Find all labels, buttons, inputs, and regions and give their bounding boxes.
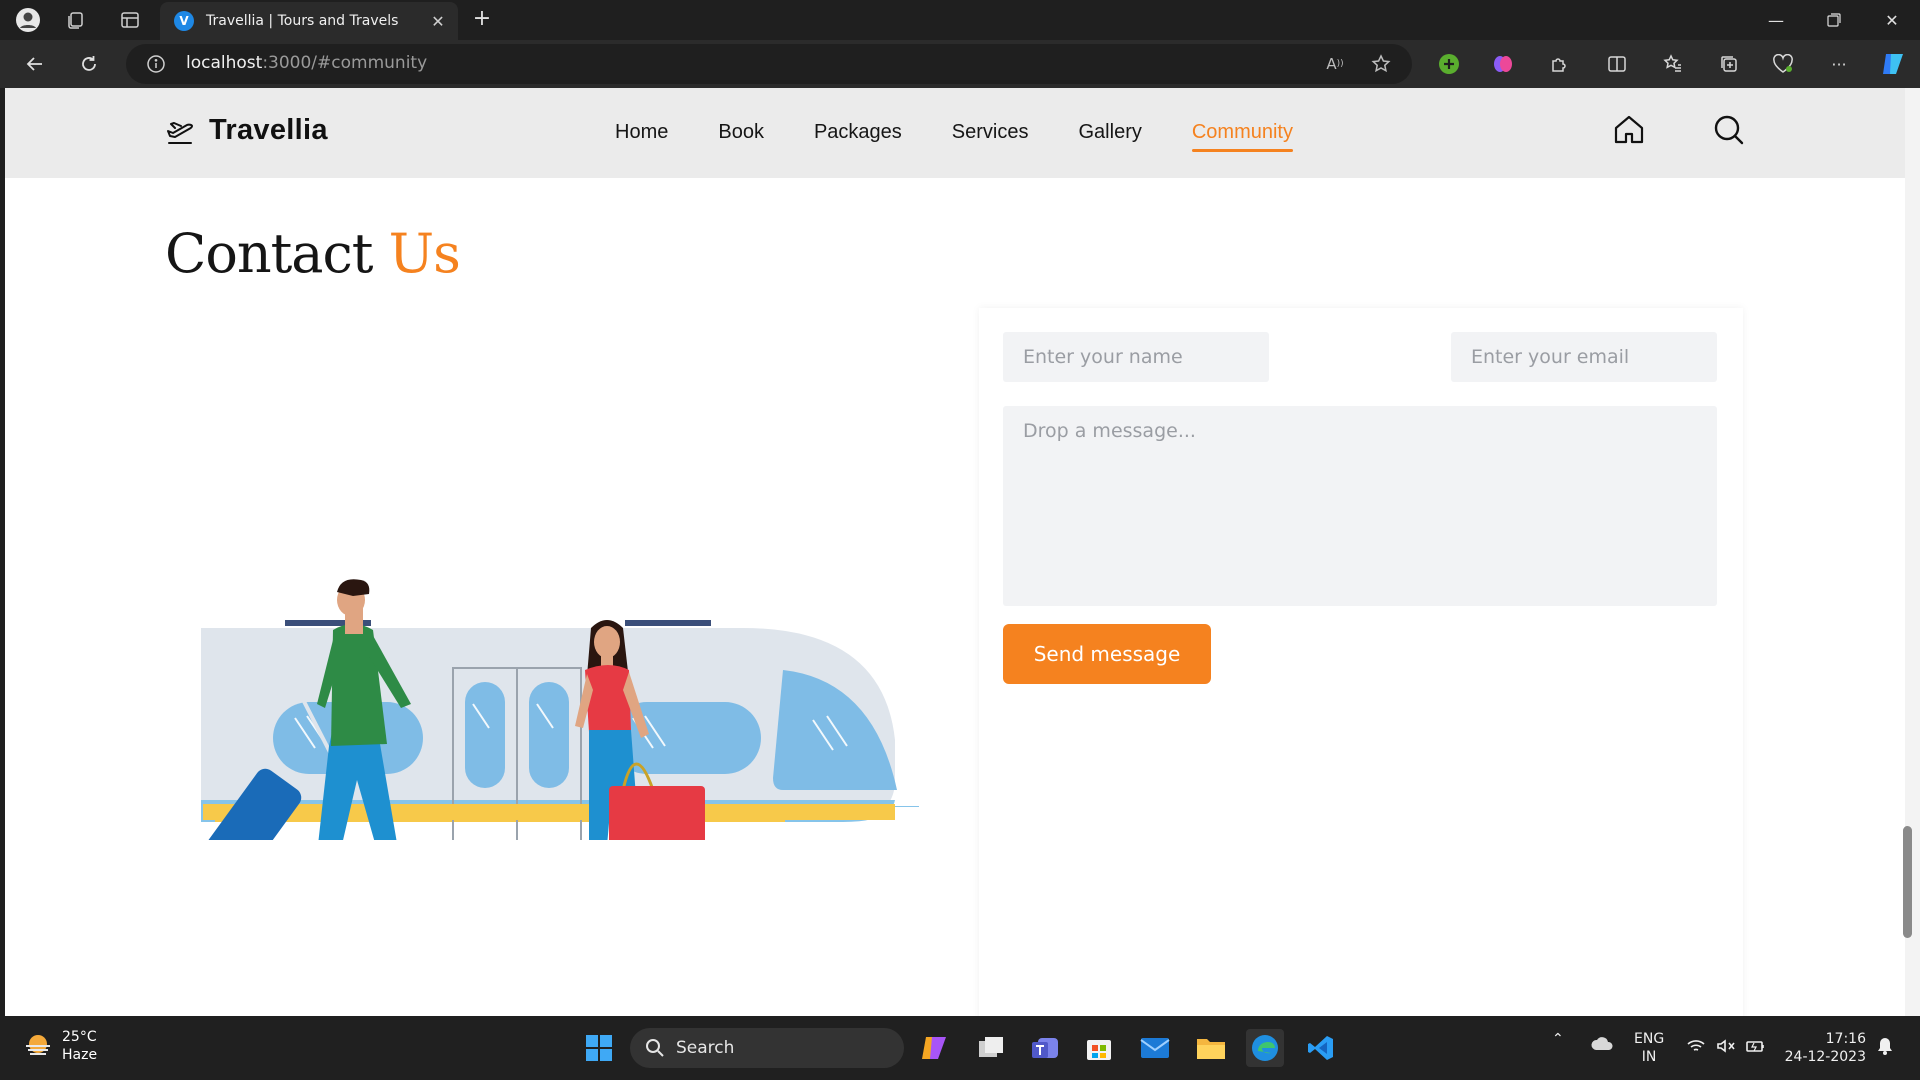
- tab-title: Travellia | Tours and Travels: [206, 13, 399, 29]
- close-window-icon[interactable]: ✕: [1864, 0, 1920, 40]
- site-logo[interactable]: Travellia: [165, 114, 328, 147]
- title-main: Contact: [165, 222, 373, 286]
- search-icon[interactable]: [1709, 110, 1749, 150]
- airplane-logo-icon: [167, 121, 193, 144]
- clock-time: 17:16: [1825, 1031, 1866, 1047]
- contact-form-card: Send message: [979, 308, 1743, 1016]
- url-host: localhost: [186, 53, 263, 73]
- weather-condition: Haze: [62, 1047, 98, 1063]
- lang-region: IN: [1641, 1049, 1657, 1065]
- task-view-icon[interactable]: [972, 1029, 1010, 1067]
- clock[interactable]: 17:16 24-12-2023: [1782, 1030, 1866, 1066]
- browser-toolbar: localhost:3000/#community A)) ···: [0, 40, 1920, 88]
- minimize-icon[interactable]: —: [1748, 0, 1804, 40]
- browser-tab-bar: V Travellia | Tours and Travels ✕ + — ✕: [0, 0, 1920, 40]
- copilot-taskbar-icon[interactable]: [916, 1029, 954, 1067]
- vertical-tabs-icon[interactable]: [116, 6, 144, 34]
- nav-book[interactable]: Book: [718, 121, 764, 150]
- taskbar-search[interactable]: Search: [630, 1028, 904, 1068]
- copilot-icon[interactable]: [1880, 52, 1906, 76]
- web-page: Travellia Home Book Packages Services Ga…: [5, 88, 1905, 1016]
- language-indicator[interactable]: ENG IN: [1634, 1030, 1664, 1066]
- nav-gallery[interactable]: Gallery: [1079, 121, 1142, 150]
- favorite-star-icon[interactable]: [1368, 52, 1394, 76]
- title-accent: Us: [388, 222, 461, 286]
- main-nav: Home Book Packages Services Gallery Comm…: [615, 121, 1343, 152]
- edge-taskbar-icon[interactable]: [1246, 1029, 1284, 1067]
- refresh-icon[interactable]: [74, 50, 104, 78]
- name-input[interactable]: [1003, 332, 1269, 382]
- site-header: Travellia Home Book Packages Services Ga…: [5, 88, 1905, 178]
- windows-taskbar: 25°C Haze Search ⌃ ENG IN 17:16 24-12-20…: [0, 1016, 1920, 1080]
- tab-close-icon[interactable]: ✕: [424, 12, 452, 31]
- nav-services[interactable]: Services: [952, 121, 1029, 150]
- show-hidden-icons[interactable]: ⌃: [1552, 1030, 1564, 1048]
- brand-name: Travellia: [209, 114, 328, 146]
- page-title: Contact Us: [165, 222, 461, 286]
- send-message-button[interactable]: Send message: [1003, 624, 1211, 684]
- browser-essentials-icon[interactable]: [1770, 52, 1796, 76]
- url-text: localhost:3000/#community: [186, 53, 427, 73]
- active-tab[interactable]: V Travellia | Tours and Travels ✕: [160, 2, 458, 40]
- train-travellers-illustration: [201, 579, 919, 840]
- collections-icon[interactable]: [1716, 52, 1742, 76]
- address-bar[interactable]: localhost:3000/#community A)): [126, 44, 1412, 84]
- url-path: :3000/#community: [262, 53, 428, 73]
- mail-icon[interactable]: [1136, 1029, 1174, 1067]
- weather-temp: 25°C: [62, 1029, 97, 1045]
- battery-icon[interactable]: [1746, 1038, 1766, 1059]
- profile-icon[interactable]: [14, 6, 42, 34]
- workspaces-icon[interactable]: [62, 6, 90, 34]
- taskbar-search-label: Search: [676, 1038, 735, 1058]
- lang-code: ENG: [1634, 1031, 1665, 1047]
- windows-start-icon[interactable]: [580, 1029, 618, 1067]
- home-icon[interactable]: [1609, 110, 1649, 150]
- teams-icon[interactable]: [1026, 1029, 1064, 1067]
- message-textarea[interactable]: [1003, 406, 1717, 606]
- nav-community[interactable]: Community: [1191, 121, 1294, 152]
- back-icon[interactable]: [20, 50, 50, 78]
- store-icon[interactable]: [1080, 1029, 1118, 1067]
- read-aloud-icon[interactable]: A)): [1322, 52, 1348, 76]
- favorites-icon[interactable]: [1660, 52, 1686, 76]
- split-screen-icon[interactable]: [1604, 52, 1630, 76]
- extension-brain-icon[interactable]: [1490, 52, 1516, 76]
- weather-widget[interactable]: 25°C Haze: [22, 1028, 97, 1064]
- wifi-icon[interactable]: [1686, 1038, 1706, 1059]
- nav-packages[interactable]: Packages: [814, 121, 902, 150]
- restore-icon[interactable]: [1806, 0, 1862, 40]
- email-input[interactable]: [1451, 332, 1717, 382]
- extension-green-icon[interactable]: [1436, 52, 1462, 76]
- search-icon: [646, 1039, 664, 1057]
- site-info-icon[interactable]: [146, 54, 166, 74]
- onedrive-icon[interactable]: [1590, 1036, 1614, 1057]
- haze-sun-icon: [26, 1035, 50, 1055]
- notification-bell-icon[interactable]: [1876, 1036, 1894, 1061]
- nav-home[interactable]: Home: [615, 121, 668, 150]
- file-explorer-icon[interactable]: [1192, 1029, 1230, 1067]
- scrollbar-thumb[interactable]: [1903, 826, 1912, 938]
- tab-favicon-icon: V: [174, 11, 194, 31]
- volume-muted-icon[interactable]: [1716, 1038, 1736, 1059]
- more-options-icon[interactable]: ···: [1826, 52, 1852, 76]
- new-tab-button[interactable]: +: [468, 6, 496, 34]
- extensions-puzzle-icon[interactable]: [1546, 52, 1572, 76]
- vscode-icon[interactable]: [1302, 1029, 1340, 1067]
- clock-date: 24-12-2023: [1784, 1049, 1866, 1065]
